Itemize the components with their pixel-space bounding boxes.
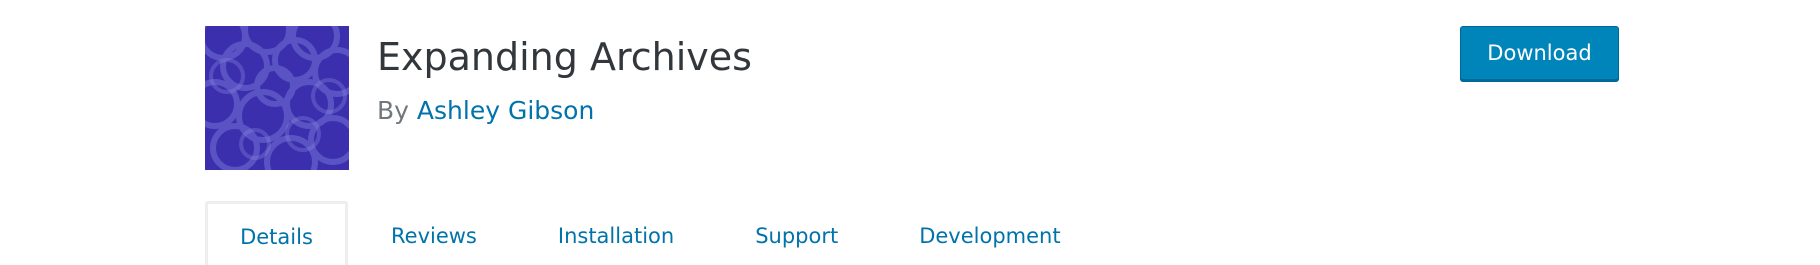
author-prefix: By <box>377 96 409 125</box>
download-button[interactable]: Download <box>1460 26 1619 80</box>
tab-installation[interactable]: Installation <box>558 201 674 265</box>
tab-support[interactable]: Support <box>755 201 838 265</box>
tab-reviews[interactable]: Reviews <box>391 201 477 265</box>
tab-details[interactable]: Details <box>205 201 348 265</box>
circles-pattern-icon <box>205 26 349 170</box>
plugin-title: Expanding Archives <box>377 35 752 79</box>
plugin-author: By Ashley Gibson <box>377 93 594 129</box>
plugin-tabs: Details Reviews Installation Support Dev… <box>205 201 1061 265</box>
plugin-icon <box>205 26 349 170</box>
tab-development[interactable]: Development <box>919 201 1060 265</box>
author-link[interactable]: Ashley Gibson <box>417 96 594 125</box>
plugin-header: Expanding Archives By Ashley Gibson Down… <box>0 0 1820 265</box>
